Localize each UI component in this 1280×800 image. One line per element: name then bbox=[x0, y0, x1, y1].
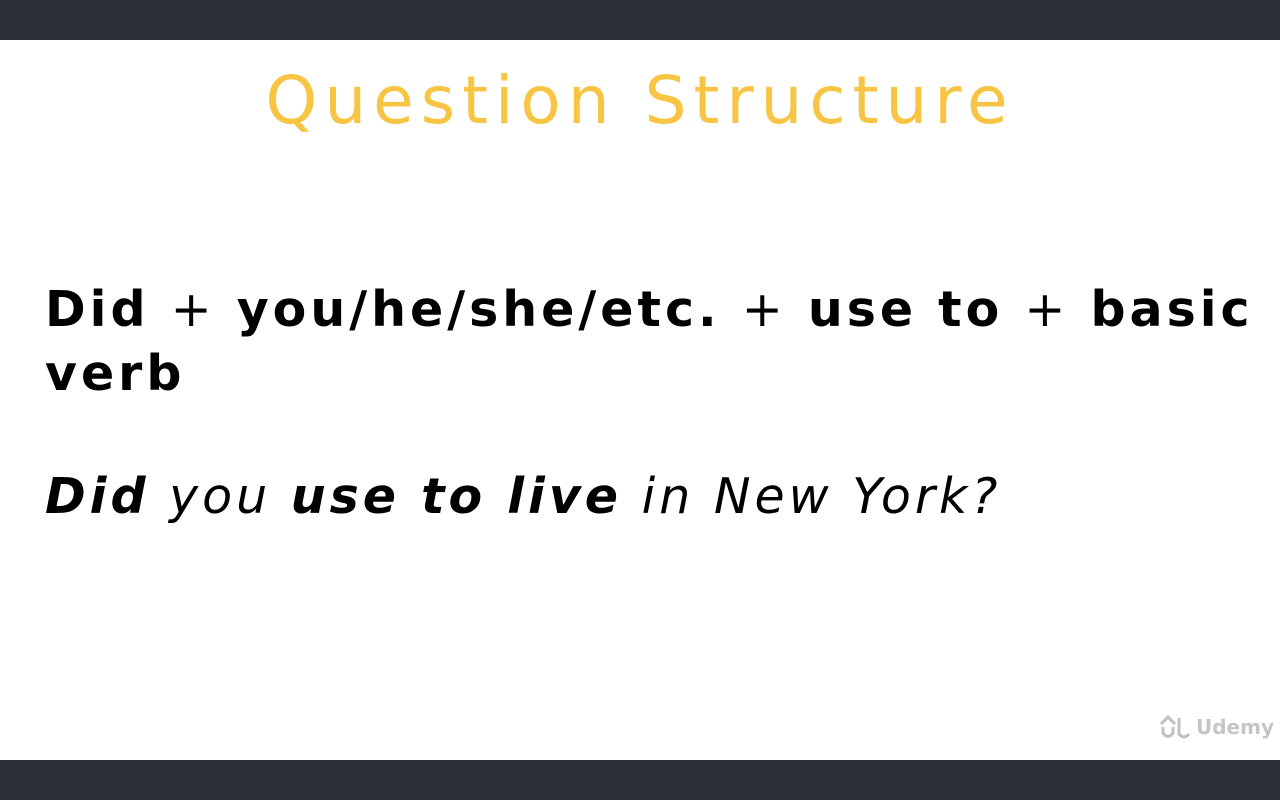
question-formula: Did + you/he/she/etc. + use to + basic v… bbox=[45, 278, 1255, 406]
udemy-watermark: Udemy bbox=[1158, 712, 1274, 742]
example-phrase-use-to-live: use to live bbox=[290, 468, 623, 525]
formula-plus: + bbox=[170, 281, 216, 338]
formula-part-subject: you/he/she/etc. bbox=[236, 281, 721, 338]
slide-title: Question Structure bbox=[265, 62, 1015, 139]
example-phrase-rest: in New York? bbox=[641, 468, 1002, 525]
formula-plus: + bbox=[1024, 281, 1070, 338]
slide: Question Structure Did + you/he/she/etc.… bbox=[0, 40, 1280, 760]
formula-part-did: Did bbox=[45, 281, 150, 338]
letterbox-top bbox=[0, 0, 1280, 40]
example-word-did: Did bbox=[45, 468, 150, 525]
watermark-text: Udemy bbox=[1196, 715, 1274, 739]
formula-part-use-to: use to bbox=[807, 281, 1004, 338]
example-word-you: you bbox=[169, 468, 272, 525]
example-sentence: Did you use to live in New York? bbox=[45, 468, 1245, 525]
letterbox-bottom bbox=[0, 760, 1280, 800]
formula-plus: + bbox=[741, 281, 787, 338]
udemy-logo-icon bbox=[1158, 712, 1192, 742]
video-frame: Question Structure Did + you/he/she/etc.… bbox=[0, 0, 1280, 800]
